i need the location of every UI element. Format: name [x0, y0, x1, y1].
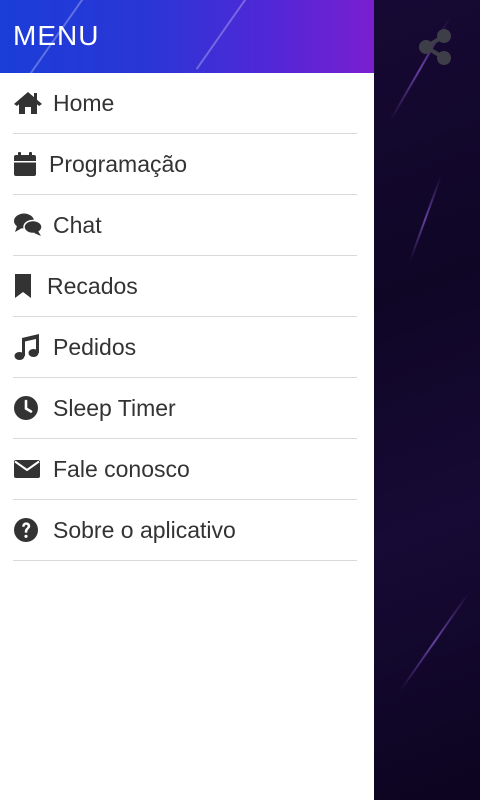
header-streak — [195, 0, 267, 70]
drawer-title: MENU — [13, 20, 100, 51]
envelope-icon — [13, 454, 43, 484]
menu-item-chat[interactable]: Chat — [13, 195, 357, 256]
menu-item-sobre[interactable]: Sobre o aplicativo — [13, 500, 357, 561]
drawer-header: MENU — [0, 0, 374, 73]
share-button[interactable] — [414, 26, 456, 68]
menu-label: Recados — [47, 272, 138, 299]
menu-item-home[interactable]: Home — [13, 73, 357, 134]
menu-item-sleep-timer[interactable]: Sleep Timer — [13, 378, 357, 439]
menu-item-recados[interactable]: Recados — [13, 256, 357, 317]
clock-icon — [13, 393, 43, 423]
bookmark-icon — [13, 271, 43, 301]
menu-label: Sleep Timer — [53, 394, 176, 421]
menu-item-pedidos[interactable]: Pedidos — [13, 317, 357, 378]
music-icon — [13, 332, 43, 362]
menu-label: Sobre o aplicativo — [53, 516, 236, 543]
menu-label: Pedidos — [53, 333, 137, 360]
menu-label: Chat — [53, 211, 102, 238]
share-icon — [419, 29, 451, 65]
question-circle-icon — [13, 515, 43, 545]
menu-item-programacao[interactable]: Programação — [13, 134, 357, 195]
chat-icon — [13, 210, 43, 240]
menu-item-fale-conosco[interactable]: Fale conosco — [13, 439, 357, 500]
menu-list: Home Programação Chat Recados Pedidos Sl… — [0, 73, 374, 561]
app-screen: MENU Home Programação Chat Recados Pedid… — [0, 0, 480, 800]
calendar-icon — [13, 149, 43, 179]
home-icon — [13, 88, 43, 118]
menu-label: Fale conosco — [53, 455, 190, 482]
background-streak — [409, 176, 442, 262]
background-streak — [399, 592, 470, 692]
menu-label: Programação — [49, 150, 188, 177]
navigation-drawer: MENU Home Programação Chat Recados Pedid… — [0, 0, 374, 800]
menu-label: Home — [53, 89, 115, 116]
